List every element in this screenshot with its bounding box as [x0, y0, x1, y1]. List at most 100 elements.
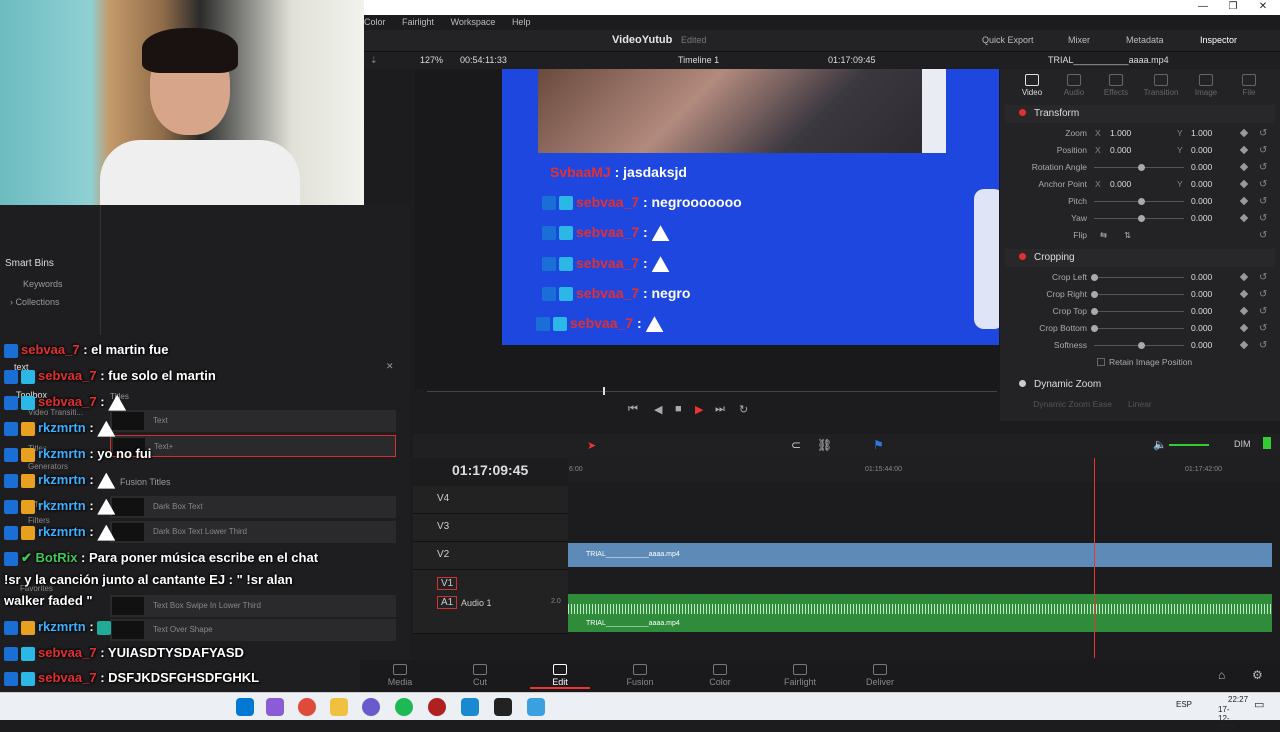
effect-item[interactable]: Text Over Shape	[110, 619, 396, 641]
notification-icon[interactable]: ▭	[1254, 698, 1264, 711]
tab-effects[interactable]: Effects	[1094, 72, 1138, 97]
flip-vertical-icon[interactable]: ⇅	[1124, 227, 1131, 244]
menu-workspace[interactable]: Workspace	[451, 17, 496, 27]
app-icon[interactable]	[266, 698, 284, 716]
restore-icon[interactable]: ❐	[1218, 0, 1248, 15]
retain-row[interactable]: Retain Image Position	[1000, 354, 1280, 371]
bin-keywords[interactable]: Keywords	[23, 279, 63, 289]
app-icon[interactable]	[428, 698, 446, 716]
cropping-section[interactable]: Cropping	[1005, 249, 1275, 267]
loop-icon[interactable]: ↻	[739, 403, 748, 416]
tab-video[interactable]: Video	[1010, 72, 1054, 97]
jog-bar[interactable]	[427, 391, 997, 392]
snap-icon[interactable]: ⊂	[791, 438, 801, 452]
video-frame[interactable]: SvbaaMJ : jasdaksjd sebvaa_7 : negrooooo…	[502, 69, 999, 345]
track-v3[interactable]: V3	[413, 514, 568, 542]
tab-audio[interactable]: Audio	[1052, 72, 1096, 97]
zoom-x-field[interactable]: 1.000	[1110, 125, 1131, 142]
page-media[interactable]: Media	[370, 664, 430, 687]
page-fairlight[interactable]: Fairlight	[770, 664, 830, 687]
start-icon[interactable]	[236, 698, 254, 716]
audio-clip[interactable]: TRIAL___________aaaa.mp4	[568, 594, 1272, 632]
clear-search-icon[interactable]: ✕	[386, 361, 394, 372]
flag-icon[interactable]: ⚑	[873, 438, 884, 452]
edit-icon	[553, 664, 567, 675]
effect-item[interactable]: Text Box Swipe In Lower Third	[110, 595, 396, 617]
crop-bottom-slider[interactable]	[1091, 325, 1184, 332]
spotify-icon[interactable]	[395, 698, 413, 716]
page-edit[interactable]: Edit	[530, 664, 590, 689]
speaker-icon[interactable]: 🔈	[1153, 438, 1167, 451]
page-deliver[interactable]: Deliver	[850, 664, 910, 687]
page-fusion[interactable]: Fusion	[610, 664, 670, 687]
menu-color[interactable]: Color	[364, 17, 386, 27]
softness-slider[interactable]	[1094, 342, 1184, 349]
collapse-icon[interactable]: ⇣	[370, 52, 378, 68]
last-frame-icon[interactable]: ⏭	[715, 403, 725, 416]
app-icon[interactable]	[494, 698, 512, 716]
bin-collections[interactable]: › Collections	[10, 297, 60, 307]
zoom-y-field[interactable]: 1.000	[1191, 125, 1212, 142]
position-x-field[interactable]: 0.000	[1110, 142, 1131, 159]
menu-fairlight[interactable]: Fairlight	[402, 17, 434, 27]
selection-tool-icon[interactable]: ➤	[587, 439, 596, 452]
track-v2[interactable]: V2	[413, 542, 568, 570]
page-color[interactable]: Color	[690, 664, 750, 687]
retain-checkbox[interactable]	[1097, 358, 1105, 366]
timeline-ruler[interactable]: 6:00 01:15:44:00 01:17:42:00	[568, 458, 1280, 482]
close-icon[interactable]: ✕	[1248, 0, 1278, 15]
badge-icon	[542, 226, 556, 241]
clock-date[interactable]: 17-12-2025	[1218, 705, 1236, 732]
zoom-level[interactable]: 127%	[420, 52, 443, 68]
volume-slider[interactable]	[1169, 444, 1209, 446]
clock-time[interactable]: 22:27	[1228, 695, 1248, 704]
yaw-slider[interactable]	[1094, 215, 1184, 222]
quick-export-button[interactable]: Quick Export	[982, 35, 1034, 45]
resolve-icon[interactable]	[527, 698, 545, 716]
mixer-button[interactable]: Mixer	[1068, 35, 1090, 45]
flip-horizontal-icon[interactable]: ⇆	[1100, 227, 1107, 244]
crop-top-slider[interactable]	[1091, 308, 1184, 315]
transform-section[interactable]: Transform	[1005, 105, 1275, 123]
video-clip[interactable]: TRIAL___________aaaa.mp4	[568, 543, 1272, 567]
stop-icon[interactable]: ■	[675, 403, 682, 415]
effect-item[interactable]: Text+	[110, 435, 396, 457]
rotation-slider[interactable]	[1094, 164, 1184, 171]
timeline-name[interactable]: Timeline 1	[678, 52, 719, 68]
effect-item[interactable]: Dark Box Text	[110, 496, 396, 518]
crop-right-slider[interactable]	[1091, 291, 1184, 298]
smart-bins-header[interactable]: Smart Bins	[5, 258, 54, 269]
language-indicator[interactable]: ESP	[1176, 700, 1192, 709]
first-frame-icon[interactable]: ⏮	[628, 403, 638, 416]
inspector-button[interactable]: Inspector	[1200, 35, 1237, 45]
settings-icon[interactable]: ⚙	[1252, 668, 1263, 682]
crop-left-slider[interactable]	[1091, 274, 1184, 281]
position-y-field[interactable]: 0.000	[1191, 142, 1212, 159]
track-a1[interactable]: A1 Audio 1 2.0	[413, 594, 568, 634]
badge-icon	[21, 525, 35, 540]
dim-button[interactable]: DIM	[1234, 439, 1251, 449]
playhead[interactable]	[1094, 458, 1095, 658]
effect-item[interactable]: Text	[110, 410, 396, 432]
app-icon[interactable]	[461, 698, 479, 716]
explorer-icon[interactable]	[330, 698, 348, 716]
menu-help[interactable]: Help	[512, 17, 531, 27]
jog-handle[interactable]	[603, 387, 605, 395]
tab-transition[interactable]: Transition	[1139, 72, 1183, 97]
chrome-icon[interactable]	[298, 698, 316, 716]
reverse-icon[interactable]: ◀	[654, 403, 662, 416]
dynamic-zoom-section[interactable]: Dynamic Zoom	[1005, 376, 1275, 394]
effect-item[interactable]: Dark Box Text Lower Third	[110, 521, 396, 543]
play-icon[interactable]: ▶	[695, 403, 703, 416]
tab-file[interactable]: File	[1227, 72, 1271, 97]
pitch-slider[interactable]	[1094, 198, 1184, 205]
link-icon[interactable]: ⛓	[817, 438, 832, 452]
tab-image[interactable]: Image	[1184, 72, 1228, 97]
home-icon[interactable]: ⌂	[1218, 668, 1225, 682]
track-v4[interactable]: V4	[413, 486, 568, 514]
minimize-icon[interactable]: —	[1188, 0, 1218, 15]
windows-taskbar	[0, 692, 1280, 720]
app-icon[interactable]	[362, 698, 380, 716]
metadata-button[interactable]: Metadata	[1126, 35, 1164, 45]
page-cut[interactable]: Cut	[450, 664, 510, 687]
